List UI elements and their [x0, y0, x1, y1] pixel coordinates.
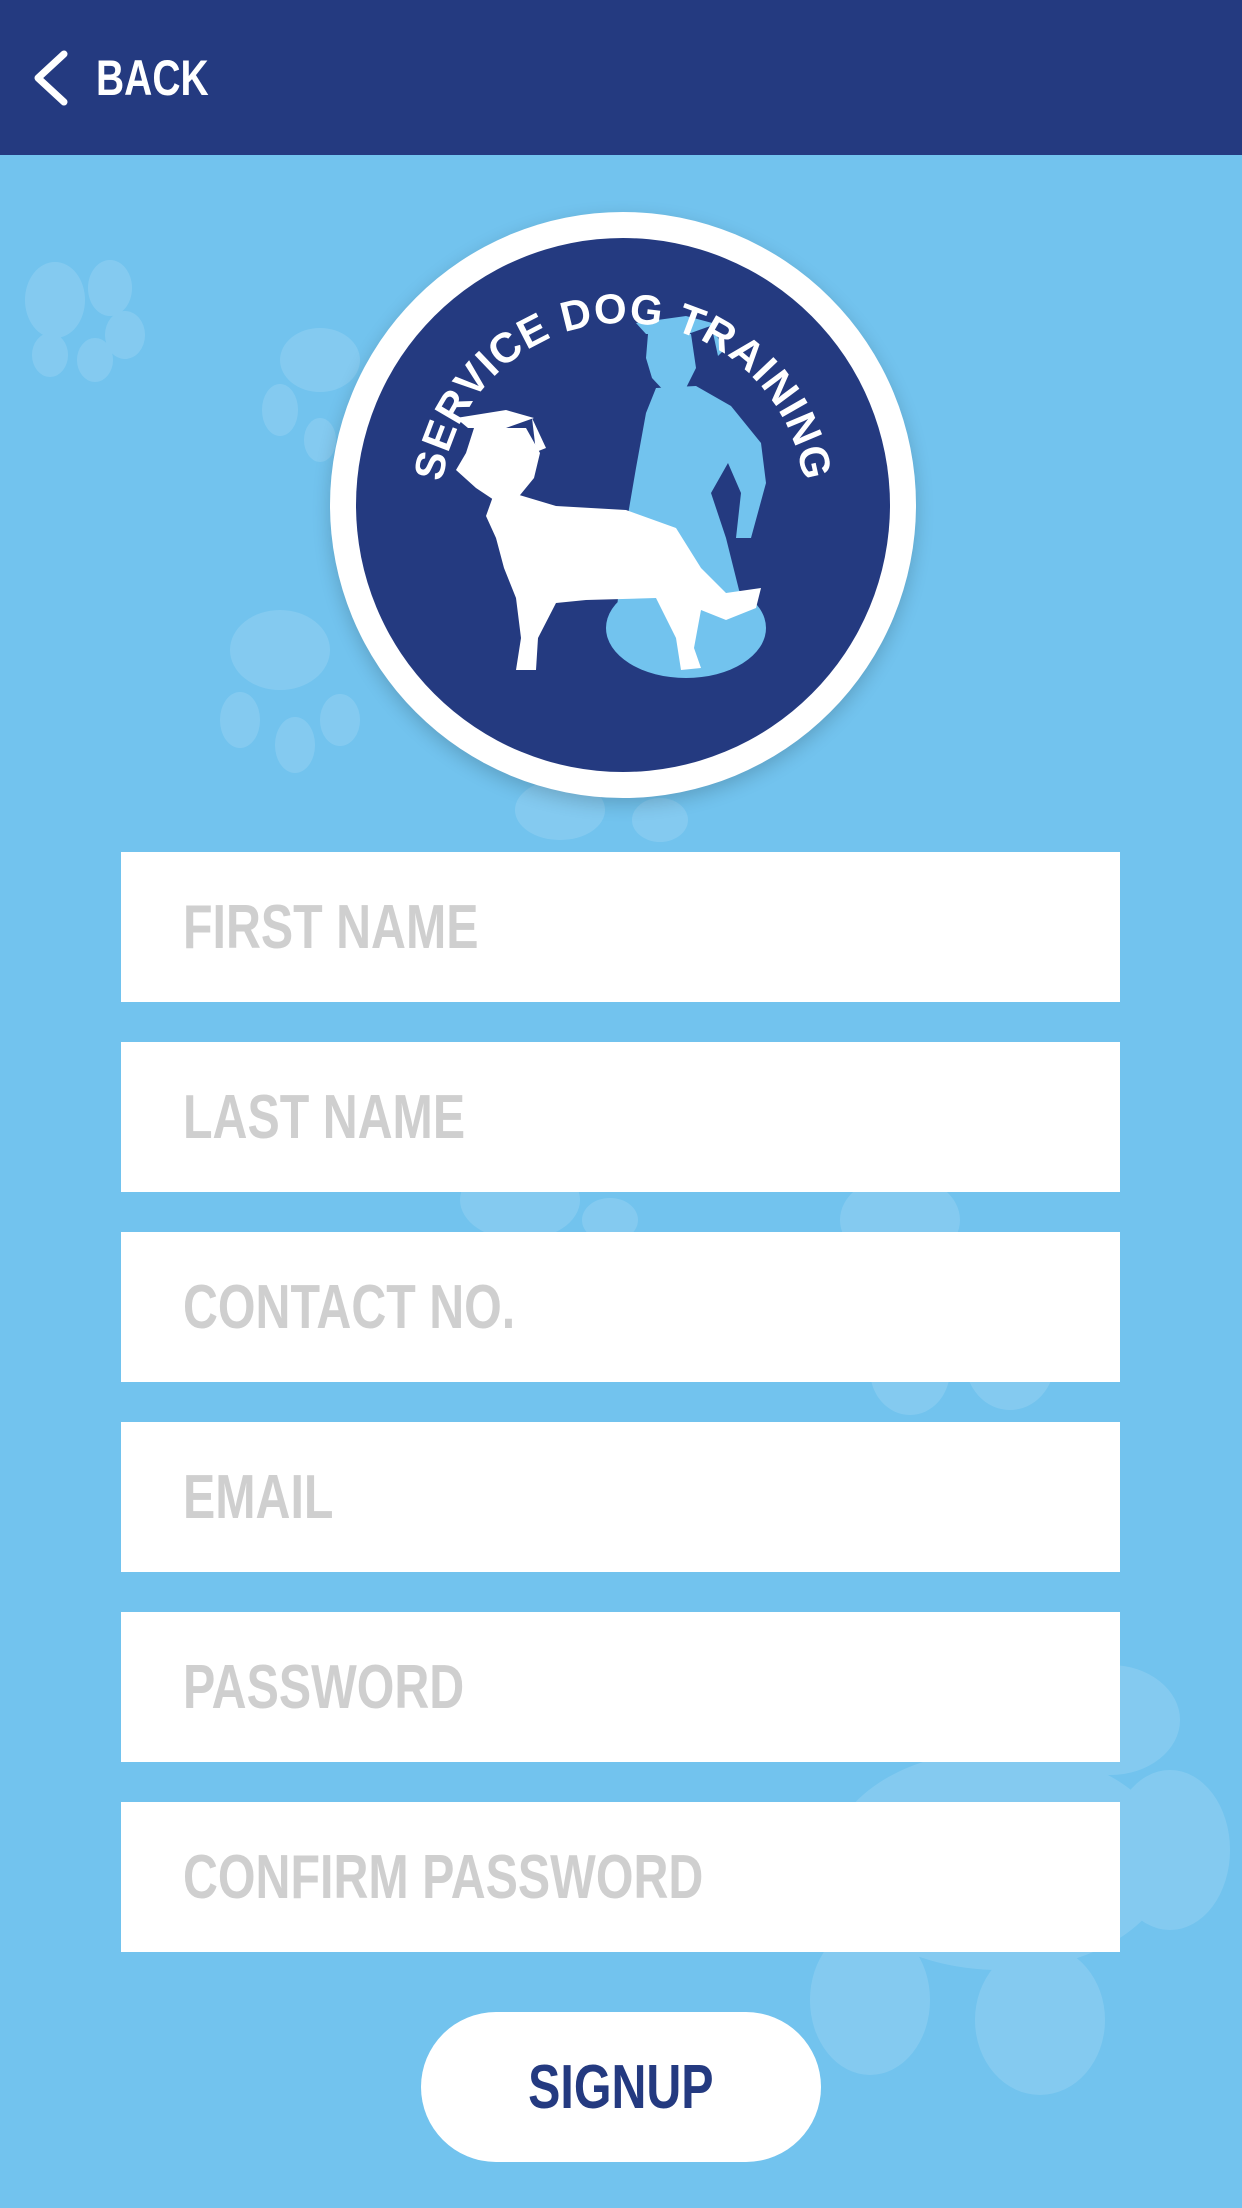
contact-number-field[interactable]: [121, 1232, 1120, 1382]
contact-number-input[interactable]: [183, 1232, 870, 1382]
confirm-password-field[interactable]: [121, 1802, 1120, 1952]
top-navigation-bar: BACK: [0, 0, 1242, 155]
service-dog-training-logo: SERVICE DOG TRAINING: [330, 212, 916, 798]
signup-button-label: SIGNUP: [528, 2052, 714, 2122]
logo-artwork: SERVICE DOG TRAINING: [405, 284, 840, 678]
first-name-input[interactable]: [183, 852, 870, 1002]
signup-form: [121, 852, 1120, 1992]
back-button[interactable]: BACK: [28, 38, 240, 118]
first-name-field[interactable]: [121, 852, 1120, 1002]
email-input[interactable]: [183, 1422, 870, 1572]
back-label: BACK: [96, 50, 209, 106]
last-name-input[interactable]: [183, 1042, 870, 1192]
signup-button[interactable]: SIGNUP: [421, 2012, 821, 2162]
confirm-password-input[interactable]: [183, 1802, 870, 1952]
last-name-field[interactable]: [121, 1042, 1120, 1192]
chevron-left-icon: [28, 48, 72, 108]
email-field[interactable]: [121, 1422, 1120, 1572]
password-field[interactable]: [121, 1612, 1120, 1762]
logo-badge: SERVICE DOG TRAINING: [356, 238, 890, 772]
password-input[interactable]: [183, 1612, 870, 1762]
